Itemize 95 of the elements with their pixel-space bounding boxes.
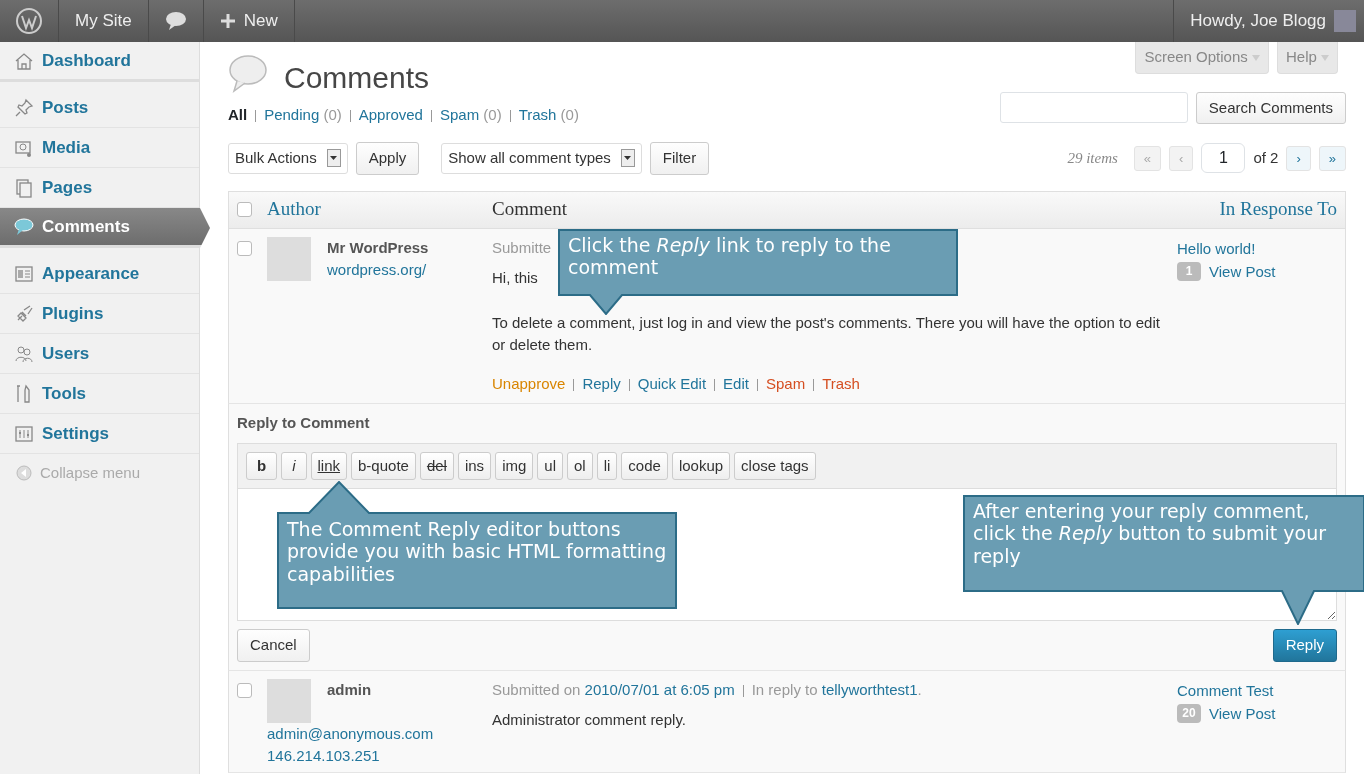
pushpin-icon <box>14 97 34 118</box>
wordpress-logo-icon <box>16 8 42 34</box>
cancel-button[interactable]: Cancel <box>237 629 310 662</box>
screen-tab[interactable]: Help <box>1276 42 1338 74</box>
column-header[interactable]: Author <box>267 195 492 224</box>
submitted-text: Submitted on <box>492 680 581 698</box>
editor-button[interactable]: li <box>596 451 618 480</box>
view-post-link[interactable]: View Post <box>1209 259 1276 283</box>
pages-icon <box>14 177 34 198</box>
editor-button[interactable]: b <box>246 451 278 480</box>
editor-button[interactable]: close tags <box>734 451 816 480</box>
dropdown-arrow-icon <box>330 156 338 161</box>
column-header: Comment <box>492 197 568 222</box>
plus-icon <box>219 13 236 29</box>
speech-bubble-icon <box>228 53 268 94</box>
editor-button[interactable]: ul <box>537 451 563 480</box>
avatar-placeholder <box>1334 10 1356 32</box>
callout-tooltip: Click the Reply link to reply to the comment <box>558 228 958 315</box>
last-page-button[interactable]: » <box>1318 145 1346 171</box>
select-all-checkbox[interactable] <box>237 202 252 217</box>
date-link[interactable]: 2010/07/01 at 6:05 pm <box>584 680 735 698</box>
filter-link[interactable]: All <box>228 105 248 123</box>
row-action-link[interactable]: Quick Edit <box>637 374 707 392</box>
filter-link[interactable]: Trash (0) <box>518 105 579 123</box>
apply-button[interactable]: Apply <box>355 142 420 175</box>
post-link[interactable]: Hello world! <box>1177 236 1337 260</box>
dropdown-arrow-icon <box>624 156 632 161</box>
submitted-text: In reply to <box>751 680 818 698</box>
speech-bubble-icon <box>164 11 187 31</box>
avatar-placeholder <box>267 236 311 281</box>
layout-icon <box>14 263 34 284</box>
callout-tooltip: The Comment Reply editor buttons provide you with basic HTML formatting capabilities <box>277 480 677 609</box>
comment-text: To delete a comment, just log in and view the post's comments. There you will have the option to edit or delete them. <box>492 312 1161 355</box>
next-page-button[interactable]: › <box>1286 145 1311 171</box>
author-link[interactable]: 146.214.103.251 <box>267 745 492 768</box>
row-action-link[interactable]: Reply <box>582 374 621 392</box>
page-title: Comments <box>284 59 430 96</box>
sidebar-item[interactable]: Dashboard <box>0 42 199 82</box>
comment-text: Administrator comment reply. <box>492 710 687 730</box>
search-button[interactable]: Search Comments <box>1195 91 1346 124</box>
row-checkbox[interactable] <box>237 240 252 256</box>
item-count: 29 items <box>1067 149 1118 168</box>
author-link[interactable]: admin@anonymous.com <box>267 722 492 745</box>
sidebar-item[interactable]: Comments <box>0 208 210 248</box>
editor-button[interactable]: del <box>419 451 454 480</box>
row-checkbox[interactable] <box>237 682 252 698</box>
column-header[interactable]: In Response To <box>1219 195 1337 224</box>
row-action-link[interactable]: Unapprove <box>492 374 566 392</box>
view-post-link[interactable]: View Post <box>1209 701 1276 725</box>
post-link[interactable]: Comment Test <box>1177 678 1337 702</box>
sidebar-item[interactable]: Posts <box>0 88 199 128</box>
screen-tab[interactable]: Screen Options <box>1135 42 1269 74</box>
editor-button[interactable]: b-quote <box>351 451 416 480</box>
submitted-text: . <box>917 680 922 698</box>
author-link[interactable]: wordpress.org/ <box>327 259 429 282</box>
sidebar-item[interactable]: Plugins <box>0 294 199 334</box>
filter-link[interactable]: Spam (0) <box>439 105 502 123</box>
filter-link[interactable]: Approved <box>358 105 423 123</box>
avatar-placeholder <box>267 678 311 723</box>
sidebar-item[interactable]: Settings <box>0 414 199 454</box>
editor-button[interactable]: ol <box>567 451 593 480</box>
sliders-icon <box>14 423 34 444</box>
editor-button[interactable]: ins <box>457 451 492 480</box>
author-name: admin <box>327 679 372 700</box>
dropdown-arrow-icon <box>1321 55 1329 62</box>
user-greeting[interactable]: Howdy, Joe Blogg <box>1190 8 1326 34</box>
author-name: Mr WordPress <box>327 237 429 258</box>
reply-form-title: Reply to Comment <box>237 413 371 433</box>
submitted-text: Submitte <box>492 238 552 256</box>
speech-bubble-icon <box>14 216 34 237</box>
new-menu[interactable]: New <box>203 0 295 42</box>
callout-tooltip: After entering your reply comment, click the Reply button to submit your reply <box>963 494 1364 625</box>
row-action-link[interactable]: Trash <box>822 374 860 392</box>
page-number-field[interactable]: 1 <box>1201 143 1246 174</box>
editor-button[interactable]: img <box>495 451 534 480</box>
sidebar-item[interactable]: Tools <box>0 374 199 414</box>
sidebar-item[interactable]: Users <box>0 334 199 374</box>
editor-button[interactable]: link <box>310 451 348 480</box>
filter-link[interactable]: Pending (0) <box>264 105 342 123</box>
editor-button[interactable]: lookup <box>671 451 731 480</box>
row-action-link[interactable]: Spam <box>765 374 806 392</box>
row-action-link[interactable]: Edit <box>723 374 749 392</box>
date-link[interactable]: tellyworthtest1 <box>821 680 918 698</box>
comment-type-select[interactable]: Show all comment types <box>441 143 642 174</box>
sidebar-item[interactable]: Appearance <box>0 254 199 294</box>
filter-button[interactable]: Filter <box>649 142 710 175</box>
sidebar-item[interactable]: Media <box>0 128 199 168</box>
editor-button[interactable]: code <box>621 451 668 480</box>
bulk-actions-select[interactable]: Bulk Actions <box>228 143 348 174</box>
search-field[interactable] <box>999 91 1188 123</box>
editor-button[interactable]: i <box>281 451 307 480</box>
dropdown-arrow-icon <box>1251 55 1260 62</box>
reply-button[interactable]: Reply <box>1272 629 1337 662</box>
page-total: of 2 <box>1253 148 1279 168</box>
users-icon <box>14 343 34 364</box>
